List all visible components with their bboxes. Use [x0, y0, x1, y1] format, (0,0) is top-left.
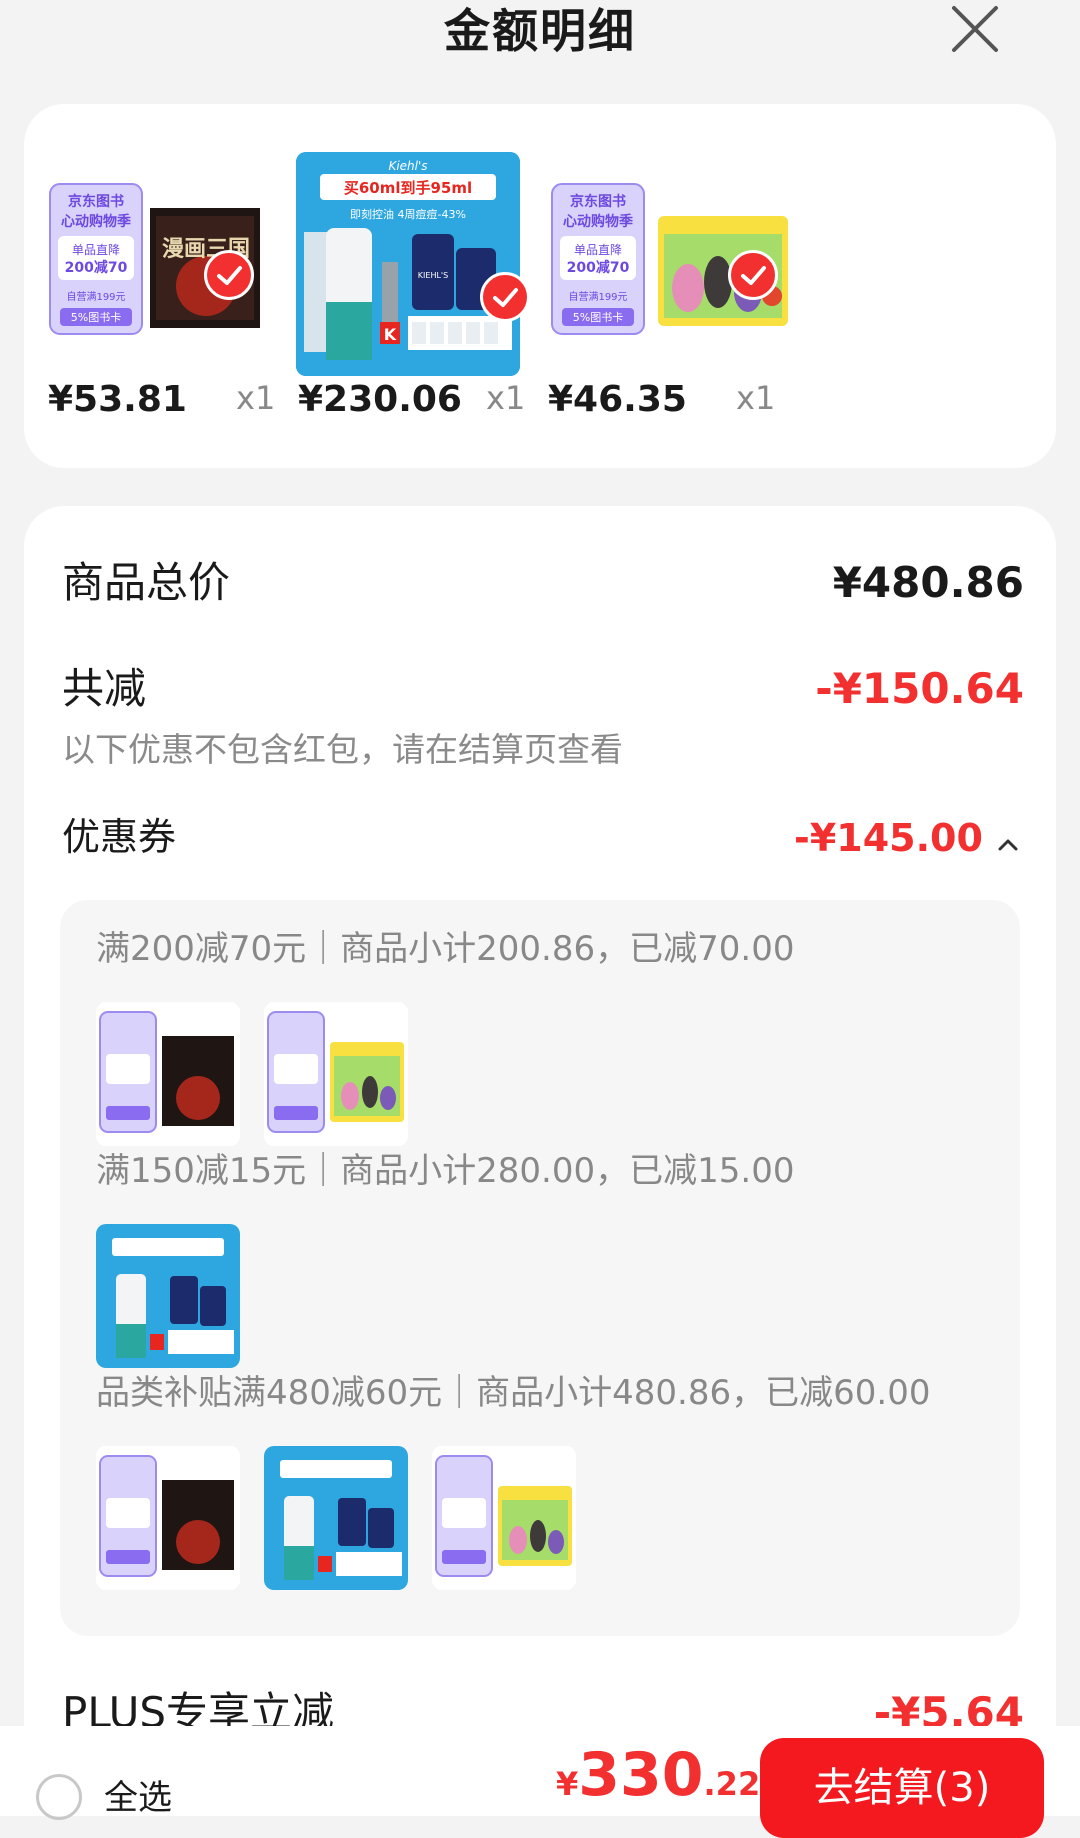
product-qty: x1: [236, 379, 276, 417]
selected-check-icon: [728, 250, 778, 300]
coupon-label: 优惠券: [62, 815, 177, 859]
selected-products-card: 京东图书 心动购物季 单品直降 200减70 自营满199元 5%图书卡 漫画三…: [24, 104, 1056, 468]
product-qty: x1: [736, 379, 776, 417]
coupon-value: -¥145.00: [794, 816, 983, 860]
bottom-checkout-bar: 全选 ¥330.22 去结算(3): [0, 1726, 1080, 1838]
product-price: ¥46.35: [548, 379, 687, 420]
chevron-up-icon: [996, 837, 1020, 857]
svg-text:心动购物季: 心动购物季: [563, 213, 633, 230]
svg-text:自营满199元: 自营满199元: [568, 290, 627, 303]
coupon-toggle[interactable]: -¥145.00: [794, 814, 1020, 862]
svg-text:KIEHL'S: KIEHL'S: [418, 271, 448, 280]
svg-text:200减70: 200减70: [567, 259, 630, 276]
coupon-rule: 满150减15元｜商品小计280.00，已减15.00: [96, 1151, 795, 1191]
select-all-label: 全选: [104, 1778, 172, 1818]
currency-symbol: ¥: [556, 1765, 579, 1803]
coupon-item-thumbnail: [96, 1002, 240, 1146]
svg-text:买60ml到手95ml: 买60ml到手95ml: [344, 179, 472, 197]
total-price-value: ¥480.86: [832, 558, 1024, 607]
coupon-item-thumbnail: [264, 1446, 408, 1590]
select-all-checkbox[interactable]: [36, 1774, 82, 1820]
coupon-rule: 品类补贴满480减60元｜商品小计480.86，已减60.00: [96, 1373, 931, 1413]
coupon-item-thumbnail: [96, 1446, 240, 1590]
product-price: ¥53.81: [48, 379, 187, 420]
svg-text:5%图书卡: 5%图书卡: [71, 311, 121, 324]
coupon-item-thumbnail: [264, 1002, 408, 1146]
checkout-total: ¥330.22: [556, 1740, 760, 1810]
discount-label: 共减: [62, 664, 147, 713]
svg-text:单品直降: 单品直降: [574, 243, 622, 257]
svg-text:200减70: 200减70: [65, 259, 128, 276]
close-icon[interactable]: [948, 2, 1002, 56]
svg-text:即刻控油 4周痘痘-43%: 即刻控油 4周痘痘-43%: [350, 207, 466, 221]
selected-check-icon: [480, 272, 530, 322]
total-decimal: .22: [703, 1765, 761, 1803]
svg-text:Kiehl's: Kiehl's: [388, 159, 427, 173]
checkout-button[interactable]: 去结算(3): [760, 1738, 1044, 1838]
svg-text:单品直降: 单品直降: [72, 243, 120, 257]
svg-text:京东图书: 京东图书: [570, 193, 626, 210]
svg-text:自营满199元: 自营满199元: [66, 290, 125, 303]
total-integer: 330: [578, 1740, 704, 1810]
page-title: 金额明细: [444, 4, 636, 58]
product-price: ¥230.06: [298, 379, 462, 420]
coupon-rule: 满200减70元｜商品小计200.86，已减70.00: [96, 929, 795, 969]
product-qty: x1: [486, 379, 526, 417]
svg-text:K: K: [384, 325, 397, 344]
coupon-details: 满200减70元｜商品小计200.86，已减70.00 满150减15元｜商品小…: [60, 900, 1020, 1636]
discount-value: -¥150.64: [815, 664, 1024, 713]
price-summary-card: 商品总价 ¥480.86 共减 -¥150.64 以下优惠不包含红包，请在结算页…: [24, 506, 1056, 1816]
total-price-label: 商品总价: [62, 558, 231, 607]
discount-note: 以下优惠不包含红包，请在结算页查看: [62, 730, 623, 769]
coupon-item-thumbnail: [432, 1446, 576, 1590]
svg-text:京东图书: 京东图书: [68, 193, 124, 210]
coupon-item-thumbnail: [96, 1224, 240, 1368]
selected-check-icon: [204, 250, 254, 300]
svg-text:心动购物季: 心动购物季: [61, 213, 131, 230]
product-thumbnail: Kiehl's 买60ml到手95ml 即刻控油 4周痘痘-43% KIEHL'…: [296, 152, 520, 376]
svg-text:5%图书卡: 5%图书卡: [573, 311, 623, 324]
